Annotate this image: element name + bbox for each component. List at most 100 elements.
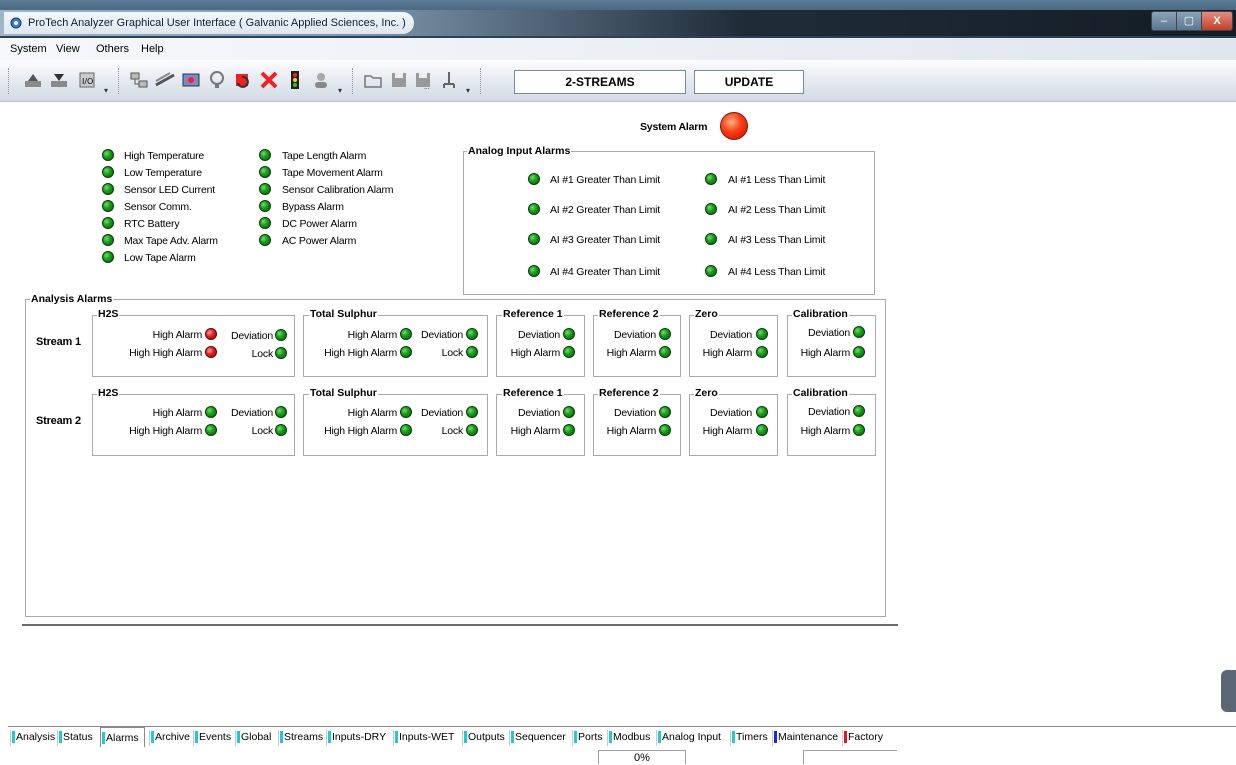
s2-ref1-high-led	[563, 424, 575, 436]
save-icon[interactable]	[388, 69, 410, 91]
s2-calibration-title: Calibration	[792, 387, 849, 399]
progress-percent: 0%	[598, 750, 686, 764]
s2-zero-deviation-led	[756, 406, 768, 418]
probe-icon[interactable]	[438, 69, 460, 91]
stream-2-label: Stream 2	[36, 415, 81, 427]
menu-view[interactable]: View	[56, 43, 80, 55]
s2-ref2-high-label: High Alarm	[606, 425, 657, 437]
tab-alarms[interactable]: Alarms	[100, 727, 145, 747]
dropdown-arrow-icon[interactable]: ▾	[338, 86, 346, 95]
menu-others[interactable]: Others	[96, 43, 129, 55]
s2-h2s-lock-label: Lock	[251, 425, 274, 437]
tab-maintenance[interactable]: Maintenance	[772, 730, 838, 746]
dropdown-arrow-icon[interactable]: ▾	[104, 86, 112, 95]
s1-ts-deviation-label: Deviation	[421, 329, 463, 341]
s1-calibration-group	[787, 315, 876, 377]
tab-inputs-dry[interactable]: Inputs-DRY	[326, 730, 386, 746]
s1-zero-deviation-led	[756, 328, 768, 340]
window-title-text: ProTech Analyzer Graphical User Interfac…	[28, 17, 406, 29]
s1-cal-high-label: High Alarm	[800, 347, 851, 359]
tab-archive[interactable]: Archive	[149, 730, 190, 746]
close-button[interactable]: X	[1201, 11, 1233, 31]
reset-icon[interactable]	[232, 69, 254, 91]
traffic-light-icon[interactable]	[284, 69, 306, 91]
label-sensor-comm: Sensor Comm.	[124, 201, 192, 213]
toolbar: I/O ▾ ▾ ... ▾ 2-STREAMS UPDATE	[0, 60, 1236, 102]
s1-ref2-high-led	[659, 346, 671, 358]
tab-events[interactable]: Events	[193, 730, 231, 746]
tab-marker	[12, 731, 15, 743]
s1-h2s-deviation-led	[275, 329, 287, 341]
s2-cal-high-led	[853, 424, 865, 436]
tab-marker	[195, 731, 198, 743]
s2-h2s-high-high-led	[205, 424, 217, 436]
s1-total-sulphur-group	[303, 315, 488, 377]
dropdown-arrow-icon[interactable]: ▾	[466, 86, 474, 95]
tab-inputs-wet[interactable]: Inputs-WET	[393, 730, 454, 746]
tab-factory[interactable]: Factory	[842, 730, 883, 746]
s1-cal-high-led	[853, 346, 865, 358]
s1-h2s-lock-led	[275, 347, 287, 359]
minimize-button[interactable]: –	[1151, 11, 1177, 31]
menu-system[interactable]: System	[10, 43, 47, 55]
s2-zero-title: Zero	[694, 387, 719, 399]
label-low-temperature: Low Temperature	[124, 167, 202, 179]
tab-analog-input[interactable]: Analog Input	[656, 730, 721, 746]
s2-reference-2-title: Reference 2	[598, 387, 660, 399]
led-tape-movement	[259, 166, 271, 178]
streams-button[interactable]: 2-STREAMS	[514, 70, 686, 94]
lamp-icon[interactable]	[206, 69, 228, 91]
label-tape-length: Tape Length Alarm	[282, 150, 367, 162]
label-ai4-less: AI #4 Less Than Limit	[728, 266, 826, 278]
led-ai1-less	[705, 173, 717, 185]
cancel-alarm-icon[interactable]	[258, 69, 280, 91]
s2-ts-deviation-label: Deviation	[421, 407, 463, 419]
label-ai4-greater: AI #4 Greater Than Limit	[550, 266, 660, 278]
tape-icon[interactable]	[154, 69, 176, 91]
label-ai3-less: AI #3 Less Than Limit	[728, 234, 826, 246]
tab-marker	[237, 731, 240, 743]
led-ai2-less	[705, 203, 717, 215]
label-ai3-greater: AI #3 Greater Than Limit	[550, 234, 660, 246]
side-handle[interactable]	[1221, 670, 1236, 712]
s1-h2s-title: H2S	[97, 308, 120, 320]
s2-total-sulphur-title: Total Sulphur	[309, 387, 378, 399]
upload-icon[interactable]	[22, 69, 44, 91]
tab-marker	[609, 731, 612, 743]
save-as-icon[interactable]: ...	[412, 69, 434, 91]
label-ai1-greater: AI #1 Greater Than Limit	[550, 174, 660, 186]
s1-zero-deviation-label: Deviation	[710, 329, 752, 341]
s2-ref1-deviation-led	[563, 406, 575, 418]
tab-modbus[interactable]: Modbus	[607, 730, 650, 746]
user-icon[interactable]	[310, 69, 332, 91]
led-tape-length	[259, 149, 271, 161]
s1-ref2-deviation-label: Deviation	[614, 329, 656, 341]
tab-analysis[interactable]: Analysis	[10, 730, 55, 746]
led-dc-power	[259, 217, 271, 229]
tab-ports[interactable]: Ports	[572, 730, 603, 746]
tab-outputs[interactable]: Outputs	[462, 730, 505, 746]
divider	[22, 624, 898, 626]
analyzer-icon[interactable]	[180, 69, 202, 91]
menu-help[interactable]: Help	[141, 43, 164, 55]
led-ai1-greater	[528, 173, 540, 185]
tab-status[interactable]: Status	[57, 730, 93, 746]
network-icon[interactable]	[128, 69, 150, 91]
tab-global[interactable]: Global	[235, 730, 271, 746]
s2-h2s-deviation-label: Deviation	[231, 407, 273, 419]
tab-sequencer[interactable]: Sequencer	[509, 730, 566, 746]
maximize-button[interactable]: ▢	[1176, 11, 1202, 31]
s2-cal-high-label: High Alarm	[800, 425, 851, 437]
s1-reference-2-title: Reference 2	[598, 308, 660, 320]
tab-marker	[732, 731, 735, 743]
s2-ref1-deviation-label: Deviation	[518, 407, 560, 419]
label-rtc-battery: RTC Battery	[124, 218, 180, 230]
update-button[interactable]: UPDATE	[694, 70, 804, 94]
s1-ref1-high-label: High Alarm	[510, 347, 561, 359]
device-io-icon[interactable]: I/O	[76, 69, 98, 91]
tab-timers[interactable]: Timers	[730, 730, 768, 746]
open-folder-icon[interactable]	[362, 69, 384, 91]
download-icon[interactable]	[48, 69, 70, 91]
led-ai3-greater	[528, 233, 540, 245]
tab-streams[interactable]: Streams	[278, 730, 323, 746]
